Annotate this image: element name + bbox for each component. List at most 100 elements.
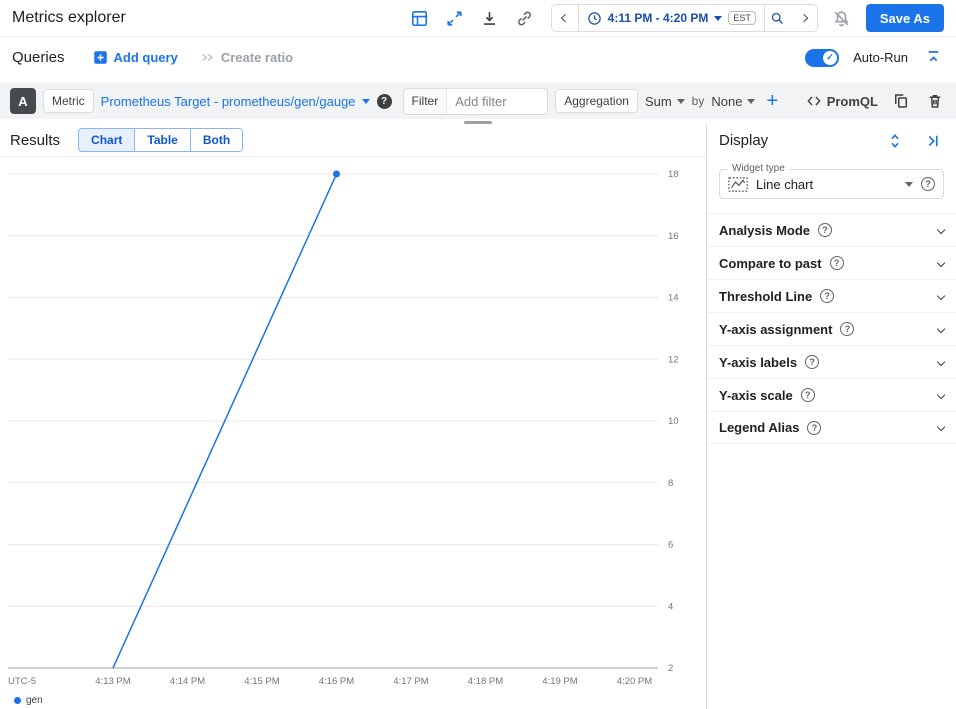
- legend-label: gen: [26, 695, 43, 706]
- promql-button[interactable]: PromQL: [806, 93, 878, 109]
- chevron-down-icon: [937, 358, 946, 367]
- results-section: Results Chart Table Both 246810121416184…: [0, 124, 706, 709]
- chevron-down-icon: [937, 292, 946, 301]
- section-label: Analysis Mode: [719, 223, 810, 238]
- results-title: Results: [10, 132, 60, 149]
- display-section-y-axis-assignment[interactable]: Y-axis assignment ?: [707, 312, 956, 345]
- time-back-button[interactable]: [552, 5, 578, 31]
- svg-text:UTC-5: UTC-5: [8, 676, 36, 687]
- aggregation-chip: Aggregation: [555, 89, 638, 113]
- chevron-down-icon: [937, 226, 946, 235]
- help-glyph: ?: [925, 179, 931, 189]
- aggregation-select[interactable]: Sum: [645, 94, 685, 109]
- collapse-queries-icon[interactable]: [922, 47, 944, 69]
- copy-icon[interactable]: [890, 90, 912, 112]
- display-panel: Display Widget type Line chart ? Analysi…: [706, 124, 956, 709]
- expand-icon[interactable]: [444, 7, 466, 29]
- add-aggregation-button[interactable]: +: [766, 91, 778, 111]
- svg-text:4:14 PM: 4:14 PM: [170, 676, 205, 687]
- time-zoom-button[interactable]: [765, 5, 791, 31]
- help-icon[interactable]: ?: [818, 223, 832, 237]
- auto-run-label: Auto-Run: [853, 50, 908, 65]
- display-section-legend-alias[interactable]: Legend Alias ?: [707, 411, 956, 444]
- filter-input[interactable]: [447, 94, 547, 109]
- time-range-control: 4:11 PM - 4:20 PM EST: [551, 4, 818, 32]
- group-by-select[interactable]: None: [711, 94, 755, 109]
- help-icon[interactable]: ?: [830, 256, 844, 270]
- display-section-y-axis-labels[interactable]: Y-axis labels ?: [707, 345, 956, 378]
- clock-icon: [587, 11, 602, 26]
- help-glyph: ?: [834, 258, 840, 268]
- queries-bar: Queries Add query Create ratio ✓ Auto-Ru…: [0, 37, 956, 78]
- save-as-button[interactable]: Save As: [866, 4, 944, 32]
- notifications-off-icon[interactable]: [831, 7, 853, 29]
- tab-chart[interactable]: Chart: [79, 129, 134, 151]
- chevron-down-icon: [937, 423, 946, 432]
- results-view-switch: Chart Table Both: [78, 128, 243, 152]
- svg-text:18: 18: [668, 169, 679, 180]
- metric-select[interactable]: Prometheus Target - prometheus/gen/gauge: [101, 94, 370, 109]
- time-range-button[interactable]: 4:11 PM - 4:20 PM EST: [578, 5, 765, 31]
- svg-text:4:18 PM: 4:18 PM: [468, 676, 503, 687]
- collapse-panel-icon[interactable]: [922, 130, 944, 152]
- svg-text:4:17 PM: 4:17 PM: [393, 676, 428, 687]
- help-icon[interactable]: ?: [805, 355, 819, 369]
- display-section-threshold-line[interactable]: Threshold Line ?: [707, 279, 956, 312]
- time-range-value: 4:11 PM - 4:20 PM: [608, 11, 709, 25]
- legend-dot: [14, 697, 21, 704]
- help-icon[interactable]: ?: [921, 177, 935, 191]
- chevron-down-icon: [747, 99, 755, 104]
- create-ratio-icon: [200, 50, 215, 65]
- section-label: Legend Alias: [719, 420, 799, 435]
- create-ratio-button[interactable]: Create ratio: [200, 50, 293, 65]
- tab-both[interactable]: Both: [190, 129, 242, 151]
- help-icon[interactable]: ?: [377, 94, 392, 109]
- widget-type-label: Widget type: [728, 163, 789, 174]
- link-icon[interactable]: [514, 7, 536, 29]
- time-forward-button[interactable]: [791, 5, 817, 31]
- svg-text:4:19 PM: 4:19 PM: [542, 676, 577, 687]
- chevron-down-icon: [937, 259, 946, 268]
- help-icon[interactable]: ?: [840, 322, 854, 336]
- unfold-sections-icon[interactable]: [884, 130, 906, 152]
- help-glyph: ?: [805, 390, 811, 400]
- results-header: Results Chart Table Both: [0, 124, 706, 157]
- delete-icon[interactable]: [924, 90, 946, 112]
- widget-type-select[interactable]: Widget type Line chart ?: [719, 169, 944, 199]
- legend-item[interactable]: gen: [14, 695, 43, 706]
- code-icon: [806, 93, 822, 109]
- help-glyph: ?: [381, 96, 387, 107]
- line-chart-icon: [728, 177, 748, 192]
- svg-text:16: 16: [668, 231, 679, 242]
- display-section-analysis-mode[interactable]: Analysis Mode ?: [707, 213, 956, 246]
- add-query-button[interactable]: Add query: [93, 50, 178, 65]
- add-query-label: Add query: [114, 50, 178, 65]
- query-builder-row: A Metric Prometheus Target - prometheus/…: [0, 83, 956, 119]
- group-by-value: None: [711, 94, 742, 109]
- filter-control: Filter: [403, 88, 549, 115]
- svg-text:14: 14: [668, 293, 679, 304]
- create-ratio-label: Create ratio: [221, 50, 293, 65]
- section-label: Y-axis labels: [719, 355, 797, 370]
- help-icon[interactable]: ?: [820, 289, 834, 303]
- help-icon[interactable]: ?: [801, 388, 815, 402]
- help-glyph: ?: [809, 357, 815, 367]
- display-section-y-axis-scale[interactable]: Y-axis scale ?: [707, 378, 956, 411]
- display-section-compare-to-past[interactable]: Compare to past ?: [707, 246, 956, 279]
- widget-type-value: Line chart: [756, 177, 897, 192]
- chevron-down-icon: [677, 99, 685, 104]
- download-icon[interactable]: [479, 7, 501, 29]
- svg-text:4: 4: [668, 601, 673, 612]
- queries-title: Queries: [12, 49, 65, 66]
- add-to-dashboard-icon[interactable]: [409, 7, 431, 29]
- section-label: Y-axis scale: [719, 388, 793, 403]
- help-glyph: ?: [812, 423, 818, 433]
- by-label: by: [692, 94, 705, 108]
- tab-table[interactable]: Table: [134, 129, 189, 151]
- auto-run-toggle[interactable]: ✓: [805, 49, 839, 67]
- help-icon[interactable]: ?: [807, 421, 821, 435]
- section-label: Y-axis assignment: [719, 322, 832, 337]
- chevron-down-icon: [362, 99, 370, 104]
- search-icon: [770, 11, 785, 26]
- chevron-down-icon: [905, 182, 913, 187]
